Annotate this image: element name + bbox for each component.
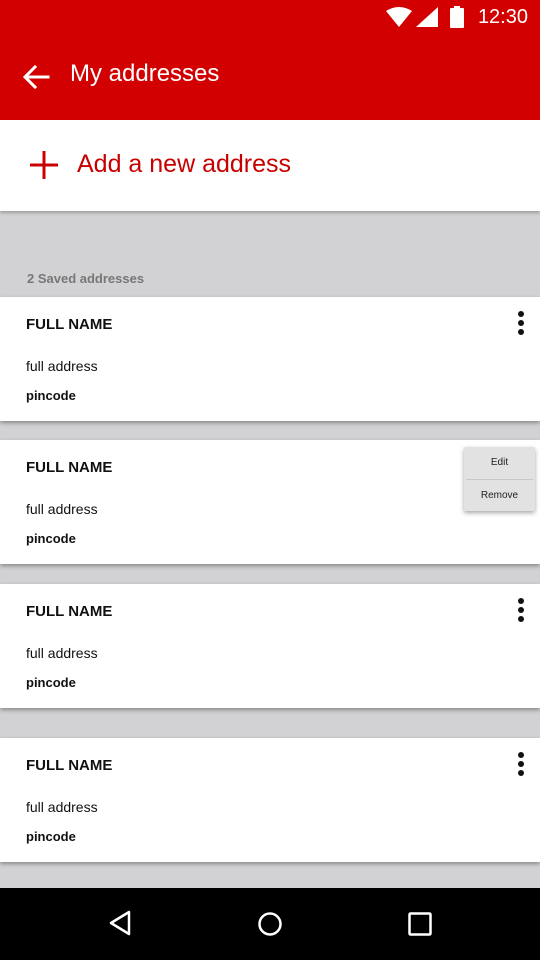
wifi-icon (386, 7, 412, 27)
status-time: 12:30 (477, 6, 528, 28)
address-name: FULL NAME (26, 757, 113, 774)
address-name: FULL NAME (26, 316, 113, 333)
status-bar: 12:30 (0, 0, 540, 32)
page-title: My addresses (70, 60, 220, 87)
add-address-label: Add a new address (77, 150, 292, 178)
address-options-menu: Edit Remove (464, 447, 535, 511)
menu-item-edit[interactable]: Edit (464, 447, 535, 479)
address-pincode: pincode (26, 388, 76, 403)
system-nav-bar (0, 888, 540, 960)
address-card[interactable]: FULL NAME full address pincode (0, 297, 540, 421)
address-line: full address (26, 645, 98, 661)
signal-icon (416, 7, 438, 27)
address-line: full address (26, 799, 98, 815)
plus-icon (30, 151, 58, 179)
address-card[interactable]: FULL NAME full address pincode (0, 440, 540, 564)
address-name: FULL NAME (26, 603, 113, 620)
address-line: full address (26, 501, 98, 517)
arrow-back-icon[interactable] (22, 63, 50, 91)
home-nav-icon[interactable] (257, 911, 283, 937)
address-name: FULL NAME (26, 459, 113, 476)
address-pincode: pincode (26, 531, 76, 546)
more-vert-icon[interactable] (514, 311, 528, 339)
address-line: full address (26, 358, 98, 374)
address-card[interactable]: FULL NAME full address pincode (0, 738, 540, 862)
add-address-button[interactable]: Add a new address (0, 120, 540, 211)
back-nav-icon[interactable] (108, 910, 132, 936)
more-vert-icon[interactable] (514, 598, 528, 626)
battery-icon (450, 6, 464, 28)
saved-addresses-count: 2 Saved addresses (27, 271, 145, 286)
address-pincode: pincode (26, 675, 76, 690)
recents-nav-icon[interactable] (408, 912, 432, 936)
address-card[interactable]: FULL NAME full address pincode (0, 584, 540, 708)
app-bar: 12:30 My addresses (0, 0, 540, 120)
menu-item-remove[interactable]: Remove (464, 480, 535, 512)
more-vert-icon[interactable] (514, 752, 528, 780)
address-pincode: pincode (26, 829, 76, 844)
